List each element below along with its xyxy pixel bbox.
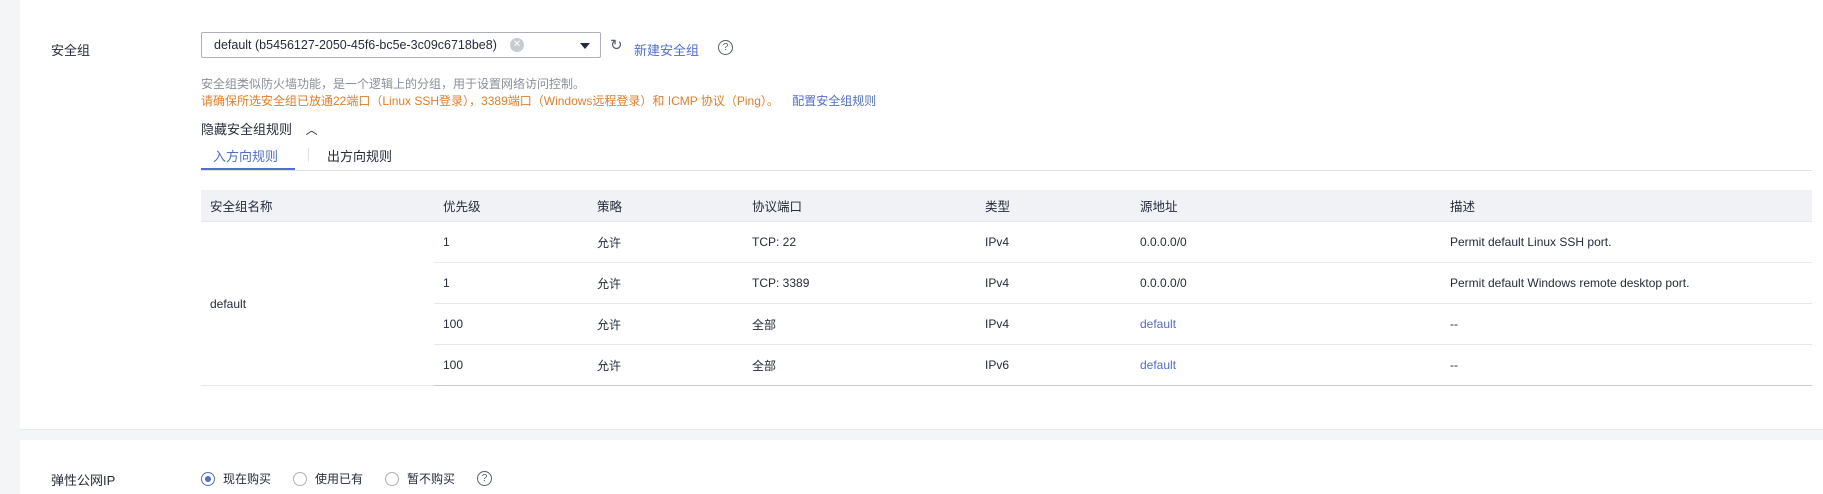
rules-tabs: 入方向规则 出方向规则 (201, 140, 1812, 171)
warning-text: 请确保所选安全组已放通22端口（Linux SSH登录），3389端口（Wind… (201, 94, 779, 108)
desc-cell: -- (1441, 303, 1812, 345)
security-group-card: 安全组 default (b5456127-2050-45f6-bc5e-3c0… (20, 0, 1823, 430)
type-cell: IPv4 (976, 303, 1131, 345)
desc-cell: -- (1441, 344, 1812, 386)
help-icon[interactable]: ? (718, 40, 733, 55)
table-row: default 1 允许 TCP: 22 IPv4 0.0.0.0/0 Perm… (201, 221, 1812, 386)
chevron-up-icon: ︿ (305, 123, 318, 137)
col-header-source: 源地址 (1131, 190, 1441, 222)
policy-cell: 允许 (588, 262, 743, 304)
table-row: 1 允许 TCP: 3389 IPv4 0.0.0.0/0 Permit def… (201, 262, 1812, 304)
rules-table: 安全组名称 优先级 策略 协议端口 类型 源地址 描述 default 1 允许… (201, 190, 1812, 386)
radio-icon[interactable] (385, 471, 400, 486)
eip-option-buy-now[interactable]: 现在购买 (201, 470, 271, 487)
table-header-row: 安全组名称 优先级 策略 协议端口 类型 源地址 描述 (201, 190, 1812, 222)
source-link[interactable]: default (1131, 344, 1441, 386)
new-security-group-link[interactable]: 新建安全组 (634, 40, 699, 59)
source-cell: 0.0.0.0/0 (1131, 262, 1441, 304)
tab-outbound-rules[interactable]: 出方向规则 (327, 146, 392, 165)
col-header-priority: 优先级 (434, 190, 588, 222)
desc-cell: Permit default Windows remote desktop po… (1441, 262, 1812, 304)
hide-rules-toggle[interactable]: 隐藏安全组规则 ︿ (201, 119, 318, 138)
source-cell: 0.0.0.0/0 (1131, 221, 1441, 263)
priority-cell: 1 (434, 262, 588, 304)
config-rules-link[interactable]: 配置安全组规则 (792, 94, 876, 108)
group-name-cell: default (201, 221, 434, 386)
radio-icon[interactable] (293, 471, 308, 486)
chevron-down-icon[interactable] (580, 43, 590, 49)
priority-cell: 100 (434, 344, 588, 386)
eip-option-label: 暂不购买 (407, 472, 456, 486)
radio-checked-icon[interactable] (201, 471, 215, 486)
type-cell: IPv6 (976, 344, 1131, 386)
policy-cell: 允许 (588, 221, 743, 263)
table-row: 100 允许 全部 IPv6 default -- (201, 344, 1812, 386)
security-group-label: 安全组 (51, 43, 91, 58)
eip-option-label: 现在购买 (223, 472, 272, 486)
table-row: 100 允许 全部 IPv4 default -- (201, 303, 1812, 345)
hide-rules-label: 隐藏安全组规则 (201, 122, 293, 137)
eip-card: 弹性公网IP 现在购买 使用已有 暂不购买 ? (20, 440, 1823, 494)
priority-cell: 1 (434, 221, 588, 263)
security-group-selected-value: default (b5456127-2050-45f6-bc5e-3c09c67… (214, 38, 497, 52)
help-icon[interactable]: ? (477, 471, 493, 486)
col-header-type: 类型 (976, 190, 1131, 222)
tab-inbound-rules[interactable]: 入方向规则 (213, 146, 278, 165)
source-link[interactable]: default (1131, 303, 1441, 345)
priority-cell: 100 (434, 303, 588, 345)
security-group-warning: 请确保所选安全组已放通22端口（Linux SSH登录），3389端口（Wind… (201, 92, 876, 109)
clear-icon[interactable]: ✕ (510, 38, 524, 52)
col-header-name: 安全组名称 (201, 190, 434, 222)
security-group-select[interactable]: default (b5456127-2050-45f6-bc5e-3c09c67… (201, 32, 601, 58)
col-header-desc: 描述 (1441, 190, 1812, 222)
refresh-icon[interactable]: ↻ (610, 36, 623, 54)
eip-option-not-buy[interactable]: 暂不购买 (385, 470, 455, 487)
desc-cell: Permit default Linux SSH port. (1441, 221, 1812, 263)
policy-cell: 允许 (588, 344, 743, 386)
policy-cell: 允许 (588, 303, 743, 345)
col-header-policy: 策略 (588, 190, 743, 222)
eip-radio-group: 现在购买 使用已有 暂不购买 ? (201, 470, 493, 487)
port-cell: TCP: 3389 (743, 262, 976, 304)
eip-label: 弹性公网IP (51, 473, 116, 488)
active-tab-indicator (201, 168, 295, 170)
port-cell: 全部 (743, 344, 976, 386)
type-cell: IPv4 (976, 221, 1131, 263)
security-group-hint: 安全组类似防火墙功能，是一个逻辑上的分组，用于设置网络访问控制。 (201, 77, 586, 91)
eip-option-label: 使用已有 (315, 472, 364, 486)
port-cell: TCP: 22 (743, 221, 976, 263)
port-cell: 全部 (743, 303, 976, 345)
col-header-port: 协议端口 (743, 190, 976, 222)
type-cell: IPv4 (976, 262, 1131, 304)
eip-option-use-existing[interactable]: 使用已有 (293, 470, 363, 487)
tab-divider (308, 148, 309, 162)
